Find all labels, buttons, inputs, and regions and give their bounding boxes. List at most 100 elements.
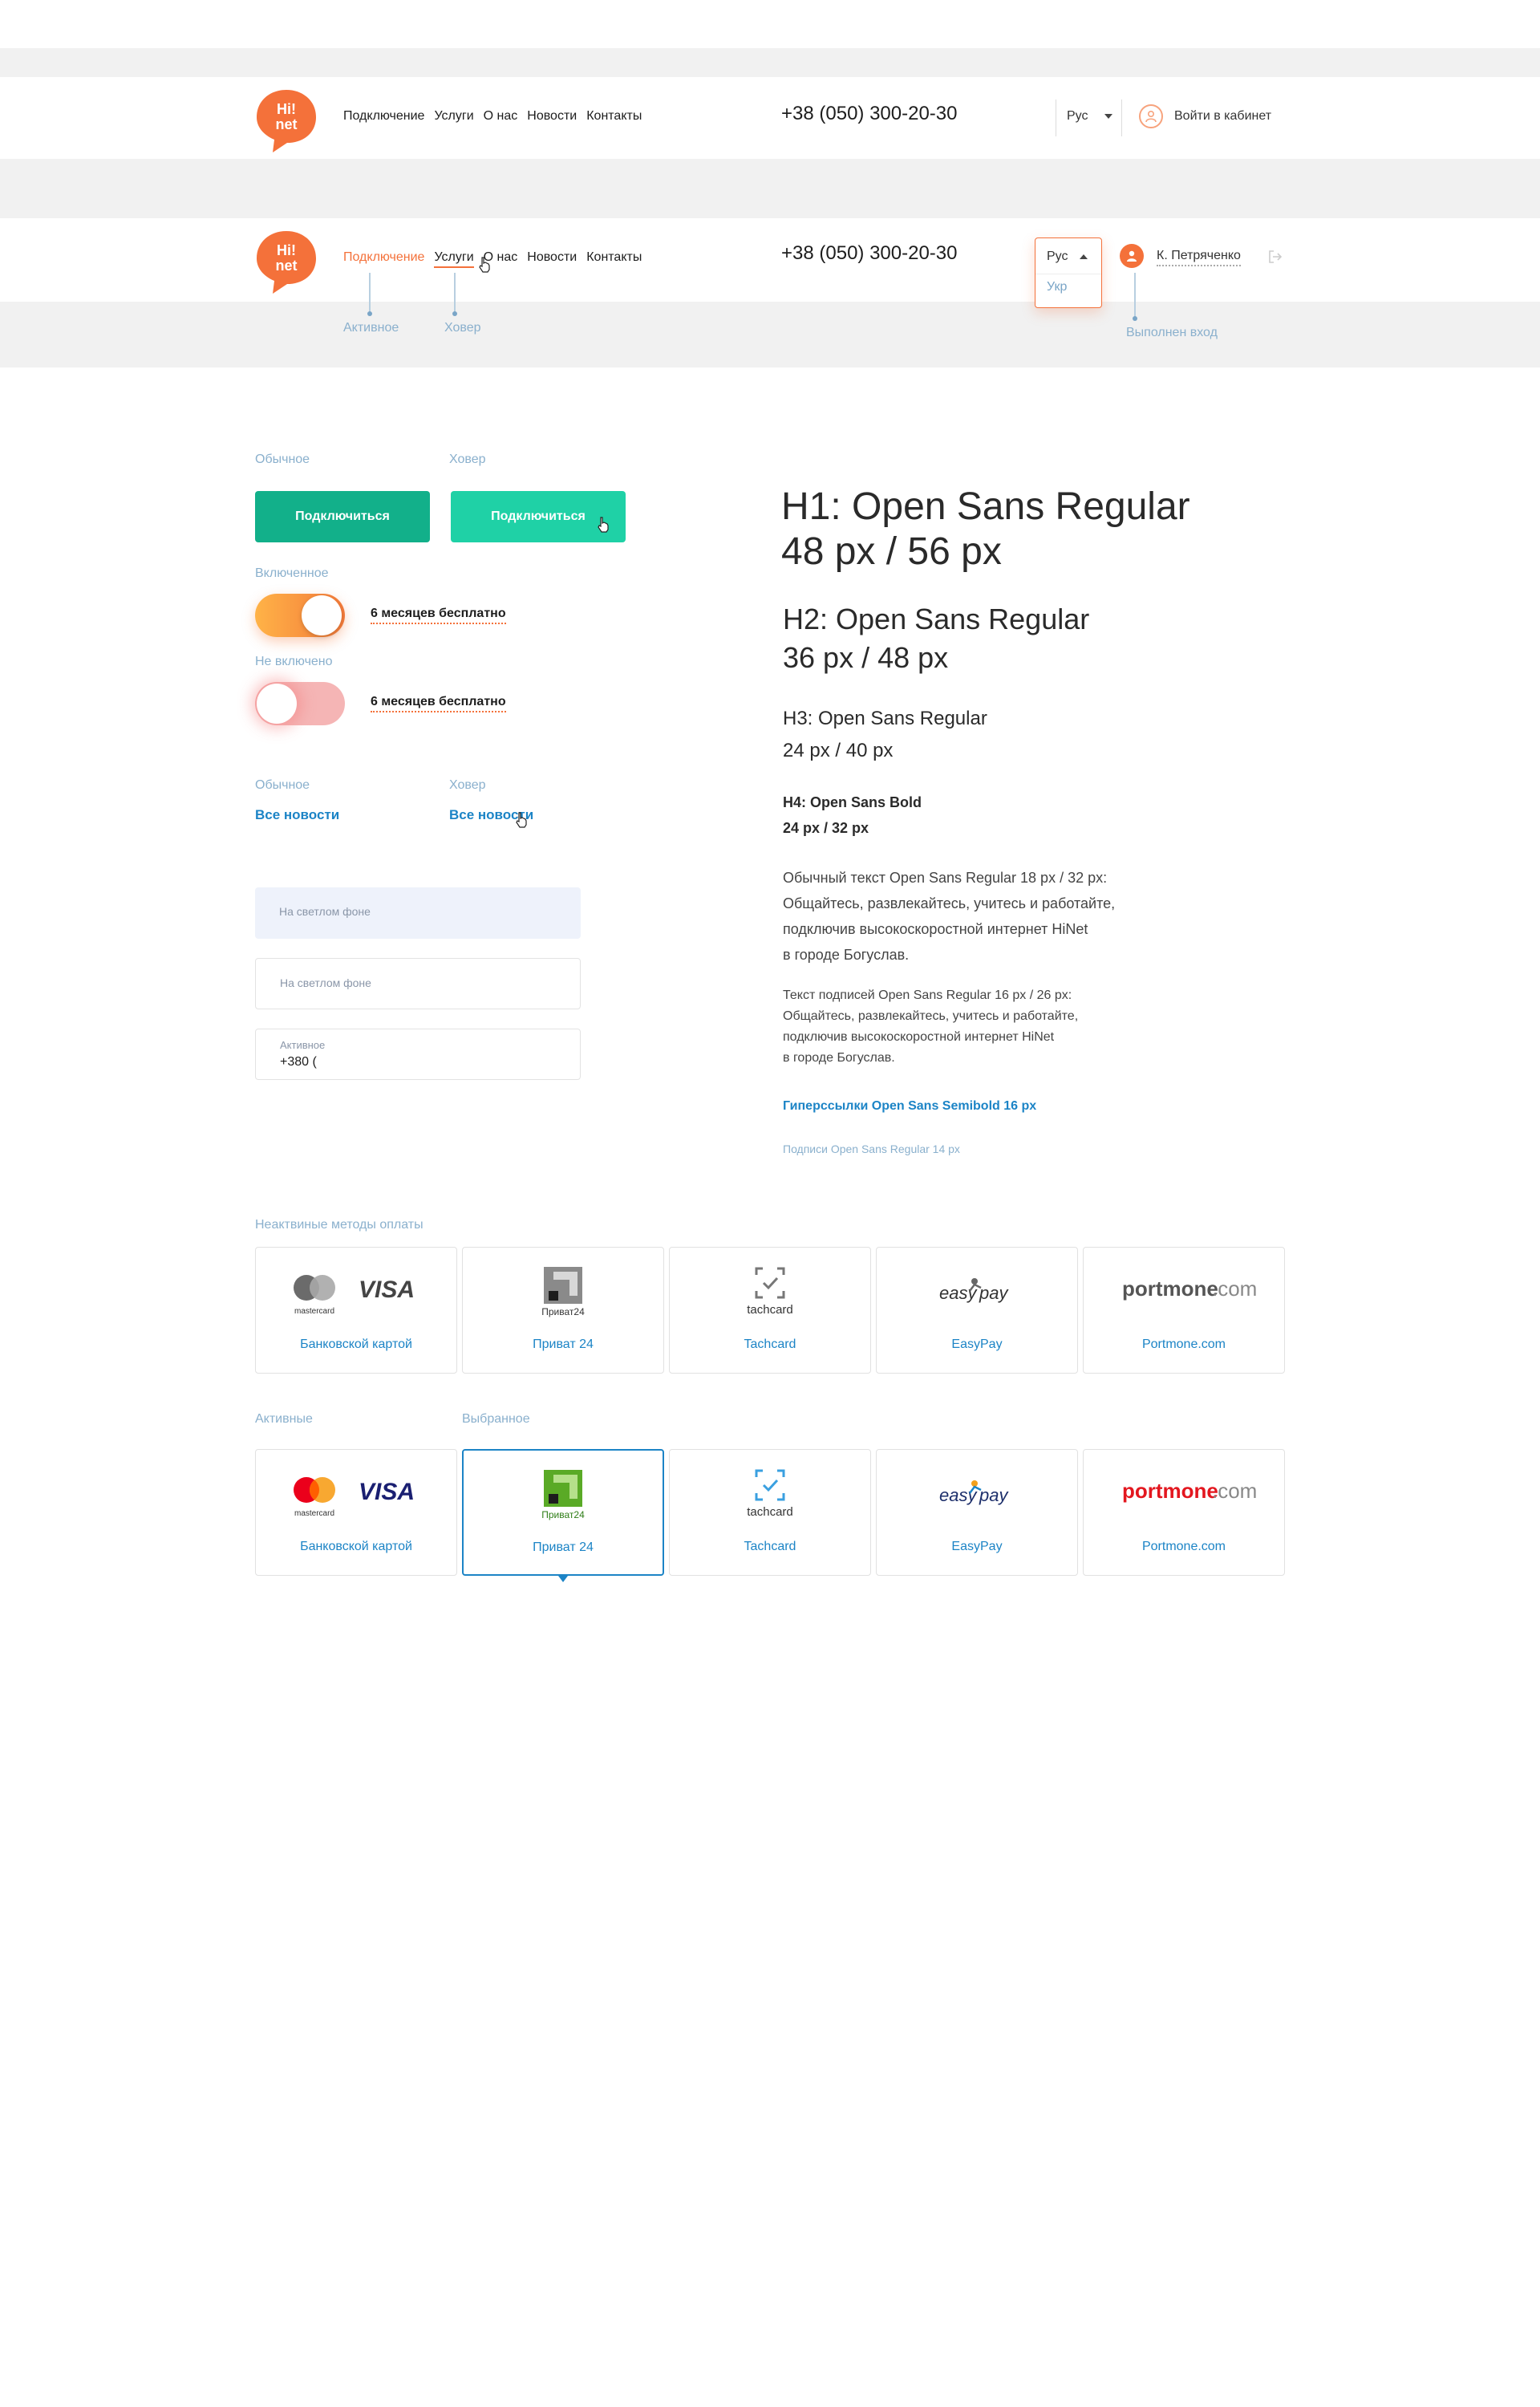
phone-number[interactable]: +38 (050) 300-20-30 — [781, 242, 958, 265]
h4-line2: 24 px / 32 px — [783, 820, 869, 836]
label-link-hover: Ховер — [449, 778, 486, 792]
nav-item-news[interactable]: Новости — [527, 250, 577, 268]
payment-label: Portmone.com — [1141, 1540, 1226, 1553]
divider — [1121, 99, 1122, 136]
privat24-icon: Приват24 — [541, 1267, 585, 1317]
payment-card-tachcard[interactable]: tachcard Tachcard — [669, 1247, 871, 1374]
tachcard-logo: tachcard — [670, 1466, 870, 1524]
language-current: Рус — [1067, 109, 1088, 123]
input-placeholder: На светлом фоне — [280, 976, 371, 989]
nav-item-news[interactable]: Новости — [527, 109, 577, 124]
caption-line: в городе Богуслав. — [783, 1051, 895, 1065]
h4-line1: H4: Open Sans Bold — [783, 794, 922, 810]
logo[interactable]: Hi! net — [255, 229, 318, 295]
input-label: Активное — [280, 1039, 326, 1051]
input-outlined[interactable]: На светлом фоне — [255, 958, 581, 1009]
label-toggle-off: Не включено — [255, 655, 333, 668]
visa-text: VISA — [359, 1479, 415, 1505]
payment-label: Приват 24 — [533, 1337, 594, 1351]
nav-item-connect[interactable]: Подключение — [343, 109, 424, 124]
h2-line1: H2: Open Sans Regular — [783, 603, 1090, 635]
input-filled[interactable]: На светлом фоне — [255, 887, 581, 939]
body-line: в городе Богуслав. — [783, 947, 910, 963]
logout-icon[interactable] — [1267, 249, 1283, 265]
toggle-knob — [302, 595, 342, 635]
portmone-text: portmone — [1122, 1479, 1218, 1503]
h1-line1: H1: Open Sans Regular — [781, 485, 1190, 528]
typography-body: Обычный текст Open Sans Regular 18 px / … — [783, 865, 1115, 968]
tachcard-logo: tachcard — [670, 1264, 870, 1321]
body-line: подключив высокоскоростной интернет HiNe… — [783, 921, 1088, 937]
payment-card-privat-selected[interactable]: Приват24 Приват 24 — [462, 1449, 664, 1576]
easypay-icon: easy pay — [939, 1278, 1009, 1303]
payment-card-portmone-active[interactable]: portmone .com Portmone.com — [1083, 1449, 1285, 1576]
typography-hyperlink[interactable]: Гиперссылки Open Sans Semibold 16 px — [783, 1099, 1036, 1114]
payment-label: Portmone.com — [1141, 1337, 1226, 1351]
easypay-icon: easy pay — [939, 1480, 1009, 1505]
portmone-logo: portmone .com — [1084, 1466, 1284, 1524]
privat-logo: Приват24 — [463, 1264, 663, 1321]
phone-number[interactable]: +38 (050) 300-20-30 — [781, 103, 958, 125]
user-avatar[interactable] — [1120, 244, 1144, 268]
logo[interactable]: Hi! net — [255, 88, 318, 154]
label-toggle-on: Включенное — [255, 566, 329, 580]
nav-item-about[interactable]: О нас — [484, 109, 518, 124]
user-name[interactable]: К. Петряченко — [1157, 249, 1241, 266]
portmone-text: portmone — [1122, 1277, 1218, 1301]
tachcard-text: tachcard — [747, 1303, 793, 1317]
nav-item-contacts[interactable]: Контакты — [586, 109, 642, 124]
all-news-link[interactable]: Все новости — [255, 807, 339, 823]
language-option[interactable]: Укр — [1047, 280, 1067, 294]
h3-line2: 24 px / 40 px — [783, 740, 894, 761]
annotation-line — [1134, 273, 1136, 318]
payment-card-privat[interactable]: Приват24 Приват 24 — [462, 1247, 664, 1374]
privat-text: Приват24 — [541, 1509, 585, 1520]
nav-item-services[interactable]: Услуги — [434, 109, 473, 124]
mastercard-visa-icon: mastercard VISA — [294, 1275, 415, 1316]
payment-card-bank[interactable]: mastercard VISA Банковской картой — [255, 1247, 457, 1374]
label-button-normal: Обычное — [255, 453, 310, 466]
mastercard-text: mastercard — [294, 1509, 334, 1518]
h2-line2: 36 px / 48 px — [783, 641, 949, 674]
promo-toggle-off[interactable] — [255, 682, 345, 725]
typography-subcaption: Подписи Open Sans Regular 14 px — [783, 1143, 960, 1155]
input-placeholder: На светлом фоне — [279, 905, 371, 918]
payment-label: EasyPay — [951, 1540, 1003, 1553]
payment-card-tachcard-active[interactable]: tachcard Tachcard — [669, 1449, 871, 1576]
h3-line1: H3: Open Sans Regular — [783, 708, 987, 729]
logo-line1: Hi! — [277, 242, 296, 258]
promo-toggle-on[interactable] — [255, 594, 345, 637]
annotation-dot — [367, 311, 372, 316]
login-label: Войти в кабинет — [1174, 109, 1272, 123]
easypay-logo: easy pay — [877, 1264, 1077, 1321]
header-normal: Hi! net Подключение Услуги О нас Новости… — [0, 77, 1540, 159]
nav-item-services-hover[interactable]: Услуги — [434, 250, 474, 268]
nav-item-contacts[interactable]: Контакты — [586, 250, 642, 268]
payment-label: Tachcard — [744, 1337, 796, 1351]
payment-label: Банковской картой — [300, 1540, 412, 1553]
toggle-knob — [257, 684, 297, 724]
payment-card-easypay-active[interactable]: easy pay EasyPay — [876, 1449, 1078, 1576]
mastercard-text: mastercard — [294, 1307, 334, 1316]
selected-pointer-icon — [558, 1576, 568, 1582]
language-dropdown[interactable]: Рус Укр — [1035, 237, 1102, 308]
main-nav: Подключение Услуги О нас Новости Контакт… — [343, 109, 642, 124]
promo-toggle-text[interactable]: 6 месяцев бесплатно — [371, 607, 506, 624]
nav-item-connect-active[interactable]: Подключение — [343, 250, 424, 268]
privat24-icon: Приват24 — [541, 1470, 585, 1520]
bank-card-logos: mastercard VISA — [256, 1264, 456, 1321]
user-icon — [1127, 250, 1137, 262]
promo-toggle-text[interactable]: 6 месяцев бесплатно — [371, 695, 506, 712]
body-line: Общайтесь, развлекайтесь, учитесь и рабо… — [783, 895, 1116, 911]
payment-card-portmone[interactable]: portmone .com Portmone.com — [1083, 1247, 1285, 1374]
payment-label: Tachcard — [744, 1540, 796, 1553]
language-select[interactable]: Рус — [1067, 109, 1112, 124]
login-link[interactable]: Войти в кабинет — [1139, 104, 1271, 128]
tachcard-text: tachcard — [747, 1505, 793, 1519]
payment-card-easypay[interactable]: easy pay EasyPay — [876, 1247, 1078, 1374]
connect-button[interactable]: Подключиться — [255, 491, 430, 542]
annotation-line — [369, 273, 371, 313]
phone-input-active[interactable]: Активное +380 ( — [255, 1029, 581, 1080]
language-dropdown-current[interactable]: Рус — [1047, 250, 1088, 264]
payment-card-bank-active[interactable]: mastercard VISA Банковской картой — [255, 1449, 457, 1576]
